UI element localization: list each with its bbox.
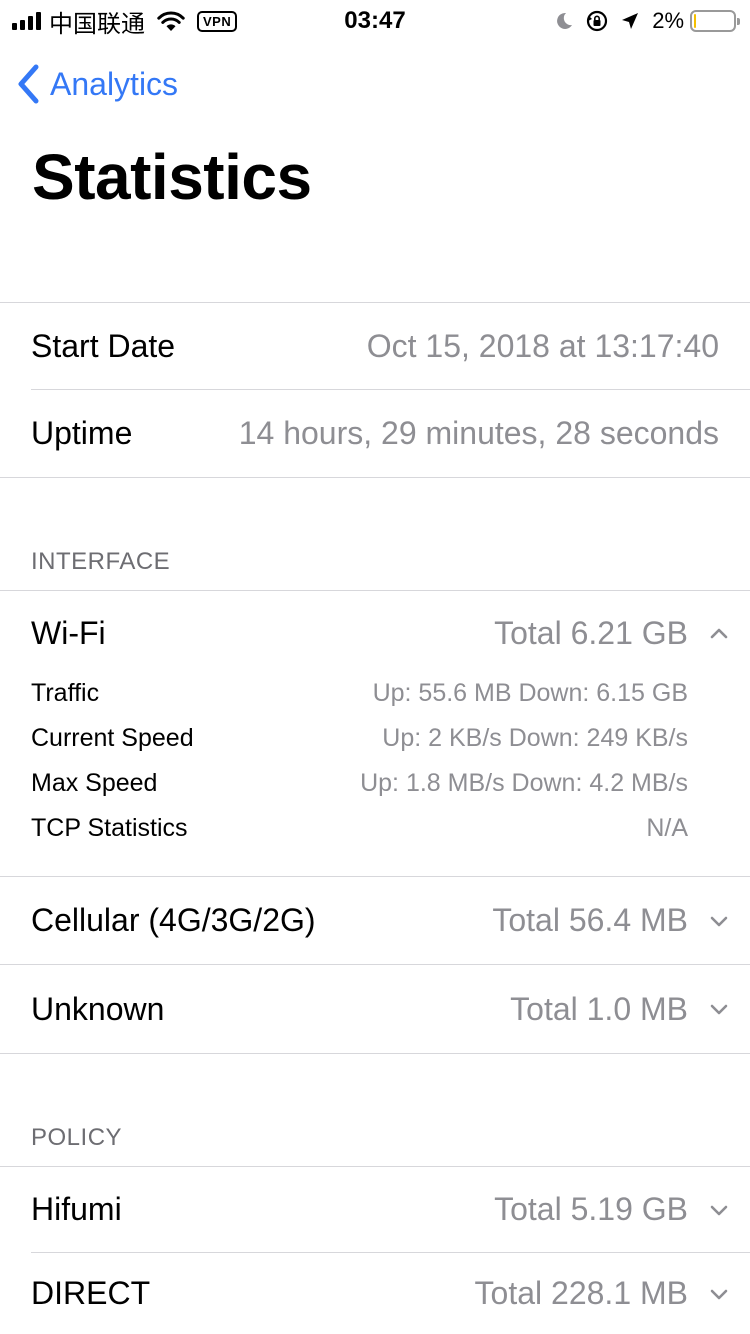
uptime-row: Uptime 14 hours, 29 minutes, 28 seconds	[0, 390, 750, 477]
detail-label: Current Speed	[31, 724, 194, 752]
interface-row-unknown[interactable]: Unknown Total 1.0 MB	[0, 965, 750, 1053]
uptime-value: 14 hours, 29 minutes, 28 seconds	[238, 415, 719, 451]
section-header-interface: INTERFACE	[31, 548, 171, 575]
location-arrow-icon	[622, 13, 639, 29]
policy-row-hifumi[interactable]: Hifumi Total 5.19 GB	[0, 1167, 750, 1252]
rotation-lock-icon	[587, 10, 608, 32]
detail-row-current-speed: Current Speed Up: 2 KB/s Down: 249 KB/s	[0, 724, 750, 769]
moon-icon	[557, 12, 573, 29]
start-date-row: Start Date Oct 15, 2018 at 13:17:40	[0, 303, 750, 389]
cellular-label: Cellular (4G/3G/2G)	[31, 902, 316, 938]
wifi-total: Total 6.21 GB	[494, 614, 688, 651]
back-button-label: Analytics	[50, 65, 179, 102]
chevron-up-icon	[710, 628, 728, 639]
wifi-label: Wi-Fi	[31, 614, 106, 651]
chevron-down-icon	[710, 1004, 728, 1015]
battery-icon	[690, 10, 740, 32]
chevron-down-icon	[710, 1289, 728, 1299]
section-header-policy: POLICY	[31, 1124, 123, 1151]
interface-row-cellular[interactable]: Cellular (4G/3G/2G) Total 56.4 MB	[0, 877, 750, 964]
statistics-screen: 中国联通 VPN 03:47 2% Analytics Statistics S…	[0, 0, 750, 1334]
chevron-down-icon	[710, 1205, 728, 1215]
detail-value: Up: 2 KB/s Down: 249 KB/s	[382, 724, 688, 752]
policy-row-direct[interactable]: DIRECT Total 228.1 MB	[0, 1253, 750, 1334]
policy-total: Total 5.19 GB	[494, 1191, 688, 1227]
detail-label: TCP Statistics	[31, 814, 188, 842]
back-chevron-icon	[18, 64, 39, 104]
detail-row-max-speed: Max Speed Up: 1.8 MB/s Down: 4.2 MB/s	[0, 769, 750, 814]
divider	[0, 477, 750, 478]
start-date-label: Start Date	[31, 327, 176, 364]
cellular-total: Total 56.4 MB	[492, 902, 688, 938]
divider	[0, 1053, 750, 1054]
detail-label: Traffic	[31, 679, 100, 707]
detail-label: Max Speed	[31, 769, 158, 797]
detail-value: Up: 55.6 MB Down: 6.15 GB	[372, 679, 688, 707]
battery-percentage: 2%	[652, 8, 684, 33]
detail-value: Up: 1.8 MB/s Down: 4.2 MB/s	[360, 769, 688, 797]
interface-row-wifi[interactable]: Wi-Fi Total 6.21 GB	[0, 591, 750, 675]
status-bar-right: 2%	[554, 7, 740, 35]
page-title: Statistics	[32, 141, 312, 213]
start-date-value: Oct 15, 2018 at 13:17:40	[366, 327, 719, 364]
detail-value: N/A	[646, 814, 688, 842]
uptime-label: Uptime	[31, 415, 133, 451]
unknown-label: Unknown	[31, 990, 165, 1027]
detail-row-tcp-statistics: TCP Statistics N/A	[0, 814, 750, 859]
unknown-total: Total 1.0 MB	[510, 990, 688, 1027]
back-button[interactable]: Analytics	[16, 62, 178, 106]
policy-total: Total 228.1 MB	[474, 1275, 688, 1311]
policy-label: DIRECT	[31, 1275, 151, 1311]
status-bar: 中国联通 VPN 03:47 2%	[0, 0, 750, 40]
detail-row-traffic: Traffic Up: 55.6 MB Down: 6.15 GB	[0, 679, 750, 724]
chevron-down-icon	[710, 916, 728, 926]
policy-label: Hifumi	[31, 1191, 122, 1227]
